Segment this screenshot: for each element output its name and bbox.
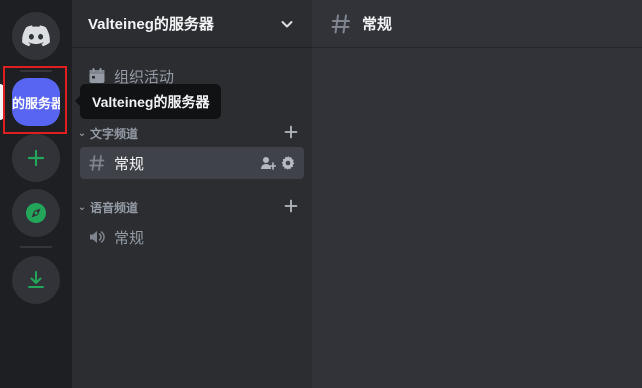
gear-icon[interactable] [280, 155, 296, 171]
channel-name: 常规 [114, 229, 145, 247]
highlight-box [3, 66, 67, 134]
chevron-down-icon [281, 21, 293, 28]
channel-title: 常规 [362, 16, 393, 33]
discord-app: 的服务器 Valteineg的服务器 组织活动 ⌄ 文字频道 常规 ⌄ 语音频道… [0, 0, 642, 388]
invite-member-icon[interactable] [260, 155, 276, 171]
explore-servers-button[interactable] [12, 189, 60, 237]
discord-logo-icon [22, 25, 50, 47]
download-apps-button[interactable] [12, 256, 60, 304]
rail-separator [20, 246, 52, 248]
chevron-down-icon: ⌄ [77, 127, 87, 139]
chat-area: 常规 [312, 0, 642, 388]
guild-name: Valteineg的服务器 [88, 16, 214, 33]
category-label: 文字频道 [90, 126, 139, 141]
home-button[interactable] [12, 12, 60, 60]
channel-item-text-general[interactable]: 常规 [80, 147, 304, 179]
chevron-down-icon: ⌄ [77, 201, 87, 213]
add-server-button[interactable] [12, 134, 60, 182]
server-name-tooltip: Valteineg的服务器 [74, 84, 222, 119]
speaker-icon [90, 231, 105, 243]
hashtag-icon [89, 155, 105, 171]
compass-icon [26, 203, 46, 223]
guild-header[interactable]: Valteineg的服务器 [72, 0, 312, 48]
channel-header: 常规 [312, 0, 642, 48]
plus-icon[interactable] [282, 123, 300, 141]
download-icon [28, 271, 44, 288]
calendar-icon [89, 68, 105, 83]
channel-item-voice-general[interactable]: 常规 [80, 221, 304, 253]
category-text-channels[interactable]: ⌄ 文字频道 [76, 124, 304, 142]
plus-icon[interactable] [282, 197, 300, 215]
server-rail: 的服务器 [0, 0, 72, 388]
channel-sidebar: Valteineg的服务器 组织活动 ⌄ 文字频道 常规 ⌄ 语音频道 常规 [72, 0, 312, 388]
tooltip-text: Valteineg的服务器 [92, 93, 210, 110]
hashtag-icon [331, 14, 350, 33]
channel-name: 常规 [114, 155, 145, 173]
category-label: 语音频道 [90, 200, 139, 215]
channel-actions [260, 155, 296, 171]
category-voice-channels[interactable]: ⌄ 语音频道 [76, 198, 304, 216]
plus-icon [27, 149, 45, 167]
